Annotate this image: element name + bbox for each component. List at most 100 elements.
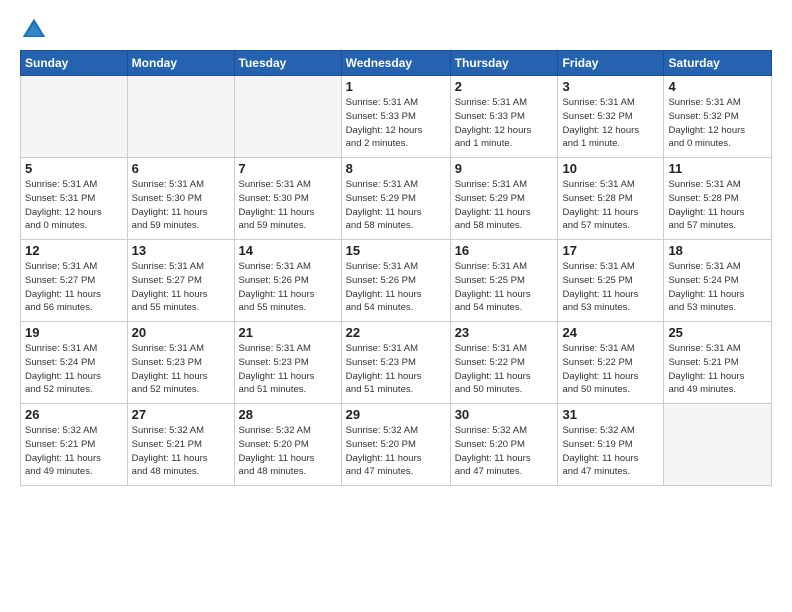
week-row-2: 5 Sunrise: 5:31 AM Sunset: 5:31 PM Daylig… — [21, 158, 772, 240]
day-number: 15 — [346, 243, 446, 258]
day-info: Sunrise: 5:32 AM Sunset: 5:21 PM Dayligh… — [25, 424, 123, 479]
calendar-cell: 21Sunrise: 5:31 AM Sunset: 5:23 PM Dayli… — [234, 322, 341, 404]
calendar-cell: 11 Sunrise: 5:31 AM Sunset: 5:28 PM Dayli… — [664, 158, 772, 240]
calendar-cell: 17 Sunrise: 5:31 AM Sunset: 5:25 PM Dayli… — [558, 240, 664, 322]
day-number: 6 — [132, 161, 230, 176]
day-number: 28 — [239, 407, 337, 422]
day-number: 21 — [239, 325, 337, 340]
day-number: 25 — [668, 325, 767, 340]
header-wednesday: Wednesday — [341, 51, 450, 76]
day-info: Sunrise: 5:31 AM Sunset: 5:30 PM Dayligh… — [239, 178, 337, 233]
calendar-cell: 28Sunrise: 5:32 AM Sunset: 5:20 PM Dayli… — [234, 404, 341, 486]
calendar-cell: 23 Sunrise: 5:31 AM Sunset: 5:22 PM Dayli… — [450, 322, 558, 404]
day-number: 14 — [239, 243, 337, 258]
day-number: 7 — [239, 161, 337, 176]
day-number: 13 — [132, 243, 230, 258]
day-info: Sunrise: 5:31 AM Sunset: 5:33 PM Dayligh… — [346, 96, 446, 151]
day-info: Sunrise: 5:31 AM Sunset: 5:26 PM Dayligh… — [239, 260, 337, 315]
day-number: 16 — [455, 243, 554, 258]
calendar-cell: 26Sunrise: 5:32 AM Sunset: 5:21 PM Dayli… — [21, 404, 128, 486]
day-number: 17 — [562, 243, 659, 258]
calendar-cell: 7 Sunrise: 5:31 AM Sunset: 5:30 PM Daylig… — [234, 158, 341, 240]
calendar-cell: 3 Sunrise: 5:31 AM Sunset: 5:32 PM Daylig… — [558, 76, 664, 158]
week-row-4: 19 Sunrise: 5:31 AM Sunset: 5:24 PM Dayli… — [21, 322, 772, 404]
calendar-cell: 12 Sunrise: 5:31 AM Sunset: 5:27 PM Dayli… — [21, 240, 128, 322]
calendar-cell: 13 Sunrise: 5:31 AM Sunset: 5:27 PM Dayli… — [127, 240, 234, 322]
calendar-cell: 27 Sunrise: 5:32 AM Sunset: 5:21 PM Dayli… — [127, 404, 234, 486]
day-number: 11 — [668, 161, 767, 176]
day-info: Sunrise: 5:31 AM Sunset: 5:21 PM Dayligh… — [668, 342, 767, 397]
calendar-cell: 5 Sunrise: 5:31 AM Sunset: 5:31 PM Daylig… — [21, 158, 128, 240]
day-info: Sunrise: 5:31 AM Sunset: 5:22 PM Dayligh… — [455, 342, 554, 397]
week-row-3: 12 Sunrise: 5:31 AM Sunset: 5:27 PM Dayli… — [21, 240, 772, 322]
day-info: Sunrise: 5:32 AM Sunset: 5:19 PM Dayligh… — [562, 424, 659, 479]
day-number: 5 — [25, 161, 123, 176]
calendar-cell: 25 Sunrise: 5:31 AM Sunset: 5:21 PM Dayli… — [664, 322, 772, 404]
calendar-cell — [234, 76, 341, 158]
calendar-cell: 22 Sunrise: 5:31 AM Sunset: 5:23 PM Dayli… — [341, 322, 450, 404]
day-number: 8 — [346, 161, 446, 176]
day-info: Sunrise: 5:31 AM Sunset: 5:24 PM Dayligh… — [25, 342, 123, 397]
calendar-cell: 19 Sunrise: 5:31 AM Sunset: 5:24 PM Dayli… — [21, 322, 128, 404]
day-number: 24 — [562, 325, 659, 340]
calendar-cell: 29 Sunrise: 5:32 AM Sunset: 5:20 PM Dayli… — [341, 404, 450, 486]
day-info: Sunrise: 5:32 AM Sunset: 5:21 PM Dayligh… — [132, 424, 230, 479]
day-info: Sunrise: 5:31 AM Sunset: 5:29 PM Dayligh… — [346, 178, 446, 233]
day-info: Sunrise: 5:31 AM Sunset: 5:28 PM Dayligh… — [562, 178, 659, 233]
day-number: 29 — [346, 407, 446, 422]
header-tuesday: Tuesday — [234, 51, 341, 76]
header-thursday: Thursday — [450, 51, 558, 76]
calendar-cell: 1 Sunrise: 5:31 AM Sunset: 5:33 PM Daylig… — [341, 76, 450, 158]
day-info: Sunrise: 5:31 AM Sunset: 5:31 PM Dayligh… — [25, 178, 123, 233]
calendar-page: SundayMondayTuesdayWednesdayThursdayFrid… — [0, 0, 792, 612]
calendar-cell: 16 Sunrise: 5:31 AM Sunset: 5:25 PM Dayli… — [450, 240, 558, 322]
day-info: Sunrise: 5:31 AM Sunset: 5:26 PM Dayligh… — [346, 260, 446, 315]
day-info: Sunrise: 5:31 AM Sunset: 5:23 PM Dayligh… — [132, 342, 230, 397]
day-info: Sunrise: 5:31 AM Sunset: 5:27 PM Dayligh… — [132, 260, 230, 315]
day-number: 4 — [668, 79, 767, 94]
day-info: Sunrise: 5:31 AM Sunset: 5:29 PM Dayligh… — [455, 178, 554, 233]
calendar-cell: 4Sunrise: 5:31 AM Sunset: 5:32 PM Daylig… — [664, 76, 772, 158]
day-number: 27 — [132, 407, 230, 422]
day-number: 3 — [562, 79, 659, 94]
day-info: Sunrise: 5:31 AM Sunset: 5:27 PM Dayligh… — [25, 260, 123, 315]
header-saturday: Saturday — [664, 51, 772, 76]
day-info: Sunrise: 5:31 AM Sunset: 5:28 PM Dayligh… — [668, 178, 767, 233]
day-number: 12 — [25, 243, 123, 258]
header-monday: Monday — [127, 51, 234, 76]
calendar-table: SundayMondayTuesdayWednesdayThursdayFrid… — [20, 50, 772, 486]
week-row-1: 1 Sunrise: 5:31 AM Sunset: 5:33 PM Daylig… — [21, 76, 772, 158]
calendar-header-row: SundayMondayTuesdayWednesdayThursdayFrid… — [21, 51, 772, 76]
calendar-cell: 14 Sunrise: 5:31 AM Sunset: 5:26 PM Dayli… — [234, 240, 341, 322]
calendar-cell: 30 Sunrise: 5:32 AM Sunset: 5:20 PM Dayli… — [450, 404, 558, 486]
day-number: 1 — [346, 79, 446, 94]
calendar-cell: 10 Sunrise: 5:31 AM Sunset: 5:28 PM Dayli… — [558, 158, 664, 240]
day-number: 18 — [668, 243, 767, 258]
day-number: 19 — [25, 325, 123, 340]
day-info: Sunrise: 5:31 AM Sunset: 5:25 PM Dayligh… — [562, 260, 659, 315]
day-number: 10 — [562, 161, 659, 176]
week-row-5: 26Sunrise: 5:32 AM Sunset: 5:21 PM Dayli… — [21, 404, 772, 486]
logo — [20, 16, 52, 44]
day-number: 23 — [455, 325, 554, 340]
day-info: Sunrise: 5:31 AM Sunset: 5:25 PM Dayligh… — [455, 260, 554, 315]
day-number: 2 — [455, 79, 554, 94]
calendar-cell: 31Sunrise: 5:32 AM Sunset: 5:19 PM Dayli… — [558, 404, 664, 486]
header-friday: Friday — [558, 51, 664, 76]
calendar-cell: 18Sunrise: 5:31 AM Sunset: 5:24 PM Dayli… — [664, 240, 772, 322]
day-info: Sunrise: 5:31 AM Sunset: 5:32 PM Dayligh… — [562, 96, 659, 151]
calendar-cell — [21, 76, 128, 158]
calendar-cell: 6Sunrise: 5:31 AM Sunset: 5:30 PM Daylig… — [127, 158, 234, 240]
calendar-cell: 15 Sunrise: 5:31 AM Sunset: 5:26 PM Dayli… — [341, 240, 450, 322]
day-info: Sunrise: 5:31 AM Sunset: 5:23 PM Dayligh… — [346, 342, 446, 397]
day-info: Sunrise: 5:32 AM Sunset: 5:20 PM Dayligh… — [346, 424, 446, 479]
day-info: Sunrise: 5:32 AM Sunset: 5:20 PM Dayligh… — [455, 424, 554, 479]
day-info: Sunrise: 5:31 AM Sunset: 5:22 PM Dayligh… — [562, 342, 659, 397]
calendar-cell: 24 Sunrise: 5:31 AM Sunset: 5:22 PM Dayli… — [558, 322, 664, 404]
calendar-cell — [127, 76, 234, 158]
day-number: 22 — [346, 325, 446, 340]
day-number: 30 — [455, 407, 554, 422]
calendar-cell: 2Sunrise: 5:31 AM Sunset: 5:33 PM Daylig… — [450, 76, 558, 158]
logo-icon — [20, 16, 48, 44]
header-sunday: Sunday — [21, 51, 128, 76]
